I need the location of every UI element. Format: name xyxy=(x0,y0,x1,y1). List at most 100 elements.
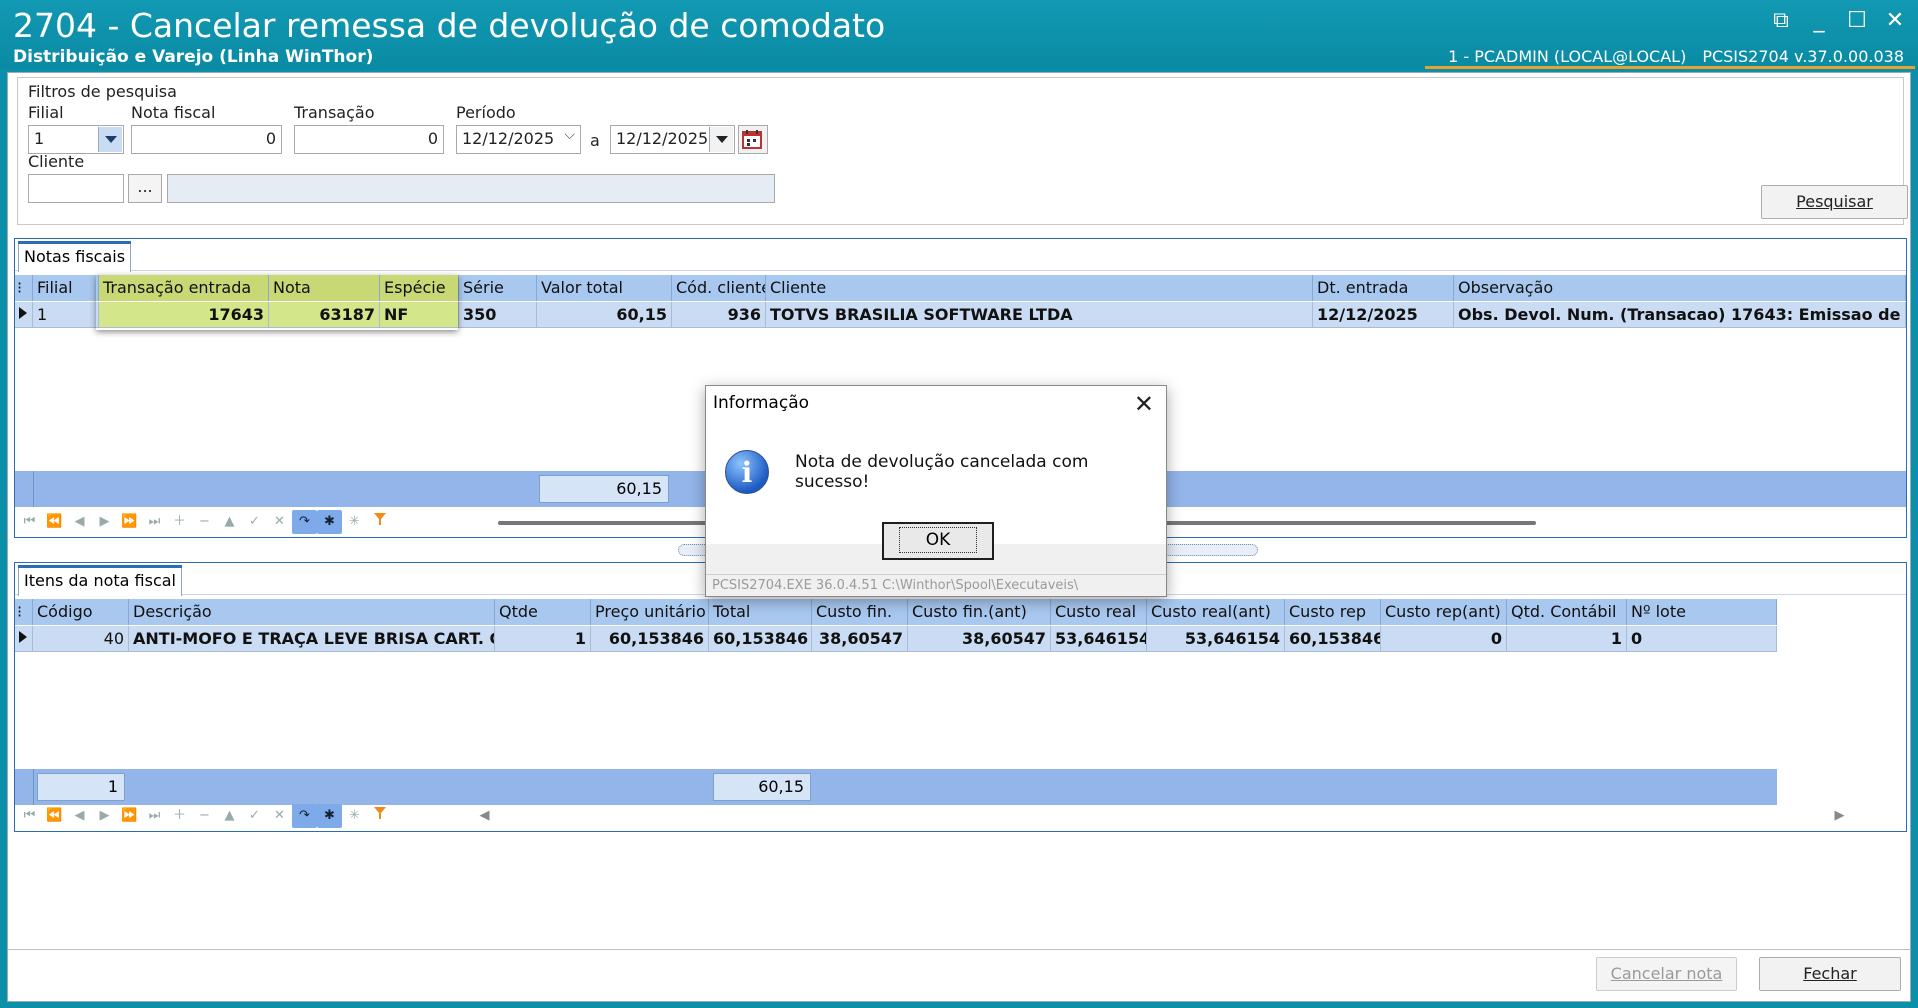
cliente-code-input[interactable] xyxy=(28,174,124,203)
col-nota[interactable]: Nota xyxy=(269,275,380,301)
tab-itens-nota-fiscal[interactable]: Itens da nota fiscal xyxy=(18,565,182,596)
periodo-start-value: 12/12/2025 xyxy=(462,129,555,148)
nav-last-icon[interactable]: ⏭ xyxy=(142,510,167,534)
periodo-separator: a xyxy=(590,131,600,150)
nav-first-icon[interactable]: ⏮ xyxy=(17,510,42,534)
nav-cancel-icon[interactable]: ✕ xyxy=(267,510,292,534)
column-chooser-icon[interactable]: ⁝ xyxy=(15,599,33,625)
nav-prev-icon[interactable]: ◀ xyxy=(67,804,92,828)
nota-fiscal-input[interactable]: 0 xyxy=(131,125,282,154)
ok-button-label: OK xyxy=(898,527,978,553)
tab-notas-fiscais[interactable]: Notas fiscais xyxy=(18,241,132,272)
col-n-lote[interactable]: Nº lote xyxy=(1627,599,1777,625)
nav-refresh-icon[interactable]: ↷ xyxy=(292,510,317,534)
col-especie[interactable]: Espécie xyxy=(380,275,459,301)
nav-edit-icon[interactable]: ▲ xyxy=(217,804,242,828)
periodo-label: Período xyxy=(456,103,516,122)
fechar-button[interactable]: Fechar xyxy=(1759,957,1901,991)
table-row[interactable]: 1 17643 63187 NF 350 60,15 936 TOTVS BRA… xyxy=(15,302,1906,328)
col-custo-rep[interactable]: Custo rep xyxy=(1285,599,1381,625)
nav-post-icon[interactable]: ✓ xyxy=(242,804,267,828)
col-observacao[interactable]: Observação xyxy=(1454,275,1906,301)
nav-prev-page-icon[interactable]: ⏪ xyxy=(42,804,67,828)
nav-prev-page-icon[interactable]: ⏪ xyxy=(42,510,67,534)
nav-next-page-icon[interactable]: ⏩ xyxy=(117,804,142,828)
restore-icon[interactable]: ⧉ xyxy=(1768,8,1794,34)
periodo-start-input[interactable]: 12/12/2025 ⌵ xyxy=(456,125,581,154)
col-custo-rep-ant[interactable]: Custo rep(ant) xyxy=(1381,599,1507,625)
column-chooser-icon[interactable]: ⁝ xyxy=(15,275,33,301)
transacao-input[interactable]: 0 xyxy=(294,125,444,154)
dropdown-arrow-icon[interactable] xyxy=(709,127,733,152)
filter-icon[interactable] xyxy=(367,510,392,534)
col-qtde[interactable]: Qtde xyxy=(495,599,591,625)
filial-select[interactable]: 1 xyxy=(28,125,124,154)
nav-insert-icon[interactable]: ＋ xyxy=(167,510,192,534)
nav-post-icon[interactable]: ✓ xyxy=(242,510,267,534)
program-version: PCSIS2704 v.37.0.00.038 xyxy=(1702,47,1904,66)
nav-insert-icon[interactable]: ＋ xyxy=(167,804,192,828)
nav-next-icon[interactable]: ▶ xyxy=(92,510,117,534)
itens-navigator: ⏮ ⏪ ◀ ▶ ⏩ ⏭ ＋ − ▲ ✓ ✕ ↷ ✱ ✳ ◀ ▶ xyxy=(15,801,1906,831)
nav-delete-icon[interactable]: − xyxy=(192,804,217,828)
ok-button[interactable]: OK xyxy=(882,522,994,560)
dialog-message: Nota de devolução cancelada com sucesso! xyxy=(795,452,1089,492)
col-cliente[interactable]: Cliente xyxy=(766,275,1313,301)
nav-refresh-icon[interactable]: ↷ xyxy=(292,804,317,828)
nav-bookmark-icon[interactable]: ✱ xyxy=(317,510,342,534)
nav-next-page-icon[interactable]: ⏩ xyxy=(117,510,142,534)
col-serie[interactable]: Série xyxy=(459,275,537,301)
cancelar-nota-button[interactable]: Cancelar nota xyxy=(1596,957,1737,991)
nav-next-icon[interactable]: ▶ xyxy=(92,804,117,828)
scroll-left-icon[interactable]: ◀ xyxy=(472,804,497,828)
col-qtd-contabil[interactable]: Qtd. Contábil xyxy=(1507,599,1627,625)
minimize-icon[interactable]: _ xyxy=(1806,8,1832,34)
col-custo-real-ant[interactable]: Custo real(ant) xyxy=(1147,599,1285,625)
scroll-right-icon[interactable]: ▶ xyxy=(1827,804,1852,828)
col-total[interactable]: Total xyxy=(709,599,812,625)
col-valor-total[interactable]: Valor total xyxy=(537,275,672,301)
close-icon[interactable]: ✕ xyxy=(1134,390,1154,418)
col-custo-fin-ant[interactable]: Custo fin.(ant) xyxy=(908,599,1051,625)
col-descricao[interactable]: Descrição xyxy=(129,599,495,625)
notas-header: ⁝ Filial Transação entrada Nota Espécie … xyxy=(15,275,1906,301)
dropdown-arrow-icon[interactable] xyxy=(98,127,122,152)
col-filial[interactable]: Filial xyxy=(33,275,99,301)
col-codigo[interactable]: Código xyxy=(33,599,129,625)
maximize-icon[interactable]: ☐ xyxy=(1844,8,1870,34)
periodo-end-input[interactable]: 12/12/2025 xyxy=(610,125,735,154)
filial-label: Filial xyxy=(28,103,64,122)
col-preco-unitario[interactable]: Preço unitário xyxy=(591,599,709,625)
col-custo-fin[interactable]: Custo fin. xyxy=(812,599,908,625)
nav-delete-icon[interactable]: − xyxy=(192,510,217,534)
cliente-lookup-button[interactable]: ... xyxy=(128,174,162,203)
filters-group-label: Filtros de pesquisa xyxy=(28,82,177,101)
nota-fiscal-label: Nota fiscal xyxy=(131,103,216,122)
nav-goto-bookmark-icon[interactable]: ✳ xyxy=(342,510,367,534)
col-transacao[interactable]: Transação entrada xyxy=(99,275,269,301)
calendar-icon[interactable] xyxy=(738,125,768,154)
chevron-down-icon[interactable]: ⌵ xyxy=(564,127,575,143)
cliente-name-field xyxy=(167,174,775,203)
table-row[interactable]: 40 ANTI-MOFO E TRAÇA LEVE BRISA CART. C/… xyxy=(15,626,1777,652)
nav-edit-icon[interactable]: ▲ xyxy=(217,510,242,534)
pesquisar-button[interactable]: Pesquisar xyxy=(1761,185,1908,219)
transacao-label: Transação xyxy=(294,103,375,122)
close-window-icon[interactable]: ✕ xyxy=(1882,8,1908,34)
nav-last-icon[interactable]: ⏭ xyxy=(142,804,167,828)
dialog-status: PCSIS2704.EXE 36.0.4.51 C:\Winthor\Spool… xyxy=(706,574,1166,597)
itens-header: ⁝ Código Descrição Qtde Preço unitário T… xyxy=(15,599,1777,625)
filter-icon[interactable] xyxy=(367,804,392,828)
nav-cancel-icon[interactable]: ✕ xyxy=(267,804,292,828)
col-dt-entrada[interactable]: Dt. entrada xyxy=(1313,275,1454,301)
nav-prev-icon[interactable]: ◀ xyxy=(67,510,92,534)
col-cod-cliente[interactable]: Cód. cliente xyxy=(672,275,766,301)
nav-goto-bookmark-icon[interactable]: ✳ xyxy=(342,804,367,828)
row-indicator-icon xyxy=(15,302,33,327)
col-custo-real[interactable]: Custo real xyxy=(1051,599,1147,625)
nav-bookmark-icon[interactable]: ✱ xyxy=(317,804,342,828)
periodo-end-value: 12/12/2025 xyxy=(616,129,709,148)
user-label: 1 - PCADMIN (LOCAL@LOCAL) xyxy=(1448,47,1687,66)
nav-first-icon[interactable]: ⏮ xyxy=(17,804,42,828)
title-bar: 2704 - Cancelar remessa de devolução de … xyxy=(0,0,1918,70)
